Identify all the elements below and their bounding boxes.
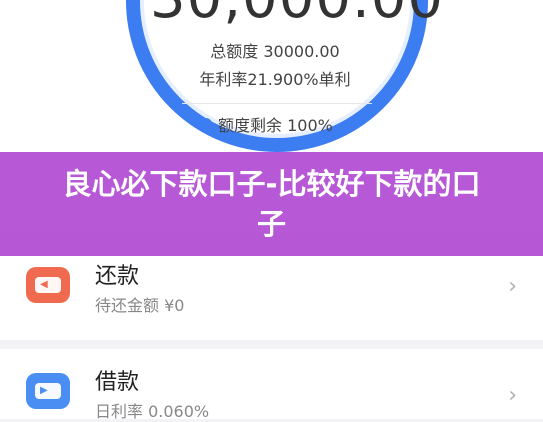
chevron-right-icon: › [508,383,517,408]
borrow-title: 借款 [95,370,140,395]
repay-title: 还款 [95,264,140,289]
remaining-dot-icon [200,118,212,130]
daily-rate-text: 日利率 0.060% [95,402,210,421]
borrow-card-icon: ▶ [26,373,70,409]
repay-row[interactable]: ◀ 还款 待还金额 ¥0 › [0,256,543,340]
borrow-row[interactable]: ▶ 借款 日利率 0.060% › [0,349,543,421]
repay-amount-text: 待还金额 ¥0 [95,296,185,315]
total-quota-text: 总额度 30000.00 [210,42,340,61]
banner-title: 良心必下款口子-比较好下款的口子 [62,167,481,241]
annual-rate-text: 年利率21.900%单利 [199,70,351,89]
chevron-right-icon: › [508,274,517,299]
repay-card-icon: ◀ [26,267,70,303]
divider [182,103,372,104]
quota-remaining: 额度剩余 100% [200,112,370,136]
overlay-banner: 良心必下款口子-比较好下款的口子 [0,152,543,256]
credit-amount: 30,000.00 [150,0,443,31]
remaining-text: 额度剩余 100% [218,116,333,135]
